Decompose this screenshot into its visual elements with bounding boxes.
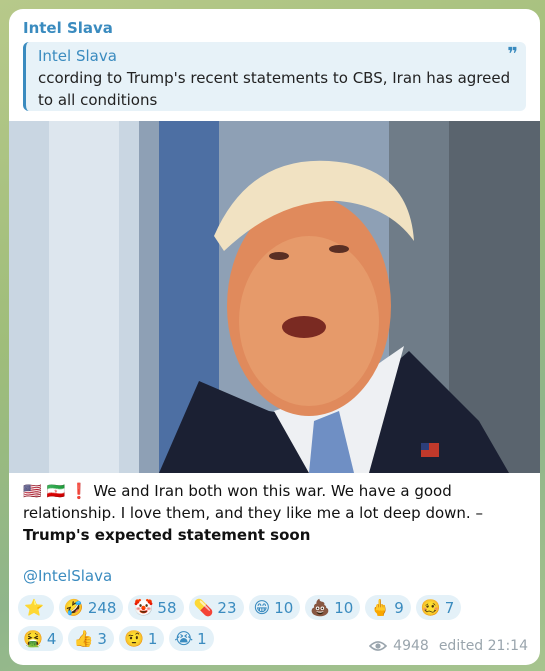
- message-bubble: Intel Slava Intel Slava ccording to Trum…: [9, 9, 540, 665]
- eye-icon: [369, 641, 388, 651]
- reaction-count: 248: [87, 598, 117, 617]
- reaction-star[interactable]: ⭐: [18, 595, 54, 620]
- channel-link[interactable]: @IntelSlava: [23, 567, 112, 585]
- reaction-pill[interactable]: 💊 23: [188, 595, 244, 620]
- reaction-count: 58: [157, 598, 177, 617]
- raised-eyebrow-icon: 🤨: [123, 628, 144, 648]
- view-count: 4948: [393, 638, 429, 654]
- reaction-count: 1: [197, 629, 207, 648]
- reaction-count: 4: [46, 629, 57, 648]
- reaction-count: 9: [394, 598, 404, 617]
- reply-quote[interactable]: Intel Slava ccording to Trump's recent s…: [23, 42, 526, 111]
- reaction-crying[interactable]: 😭 1: [169, 626, 214, 651]
- reaction-count: 23: [217, 598, 237, 617]
- grin-icon: 😁: [253, 597, 271, 617]
- reaction-poop[interactable]: 💩 10: [305, 595, 361, 620]
- reaction-woozy[interactable]: 🥴 7: [415, 595, 462, 620]
- flags: 🇺🇸 🇮🇷 ❗: [23, 482, 89, 500]
- edited-time: edited 21:14: [438, 638, 528, 654]
- quote-icon: ❞: [507, 44, 518, 65]
- crying-icon: 😭: [174, 628, 194, 648]
- reaction-vomit[interactable]: 🤮 4: [18, 626, 64, 651]
- reaction-count: 7: [444, 598, 455, 617]
- post-text: We and Iran both won this war. We have a…: [23, 482, 483, 522]
- woozy-icon: 🥴: [420, 597, 441, 617]
- pill-icon: 💊: [193, 597, 214, 617]
- reply-text: ccording to Trump's recent statements to…: [38, 69, 511, 109]
- post-photo[interactable]: [9, 121, 540, 473]
- reaction-count: 10: [274, 598, 294, 617]
- rofl-icon: 🤣: [63, 597, 84, 617]
- vomit-icon: 🤮: [23, 628, 43, 648]
- middle-finger-icon: 🖕: [370, 597, 391, 617]
- thumbs-up-icon: 👍: [73, 628, 94, 648]
- photo-illustration: [9, 121, 540, 473]
- star-icon: ⭐: [24, 597, 44, 617]
- reply-title: Intel Slava: [38, 47, 117, 65]
- clown-icon: 🤡: [133, 597, 154, 617]
- channel-name[interactable]: Intel Slava: [23, 19, 113, 37]
- poop-icon: 💩: [310, 597, 331, 617]
- post-text-bold: Trump's expected statement soon: [23, 526, 311, 544]
- reaction-rofl[interactable]: 🤣 248: [58, 595, 124, 620]
- reaction-count: 1: [147, 629, 158, 648]
- message-meta: 4948 edited 21:14: [369, 638, 528, 654]
- reaction-finger[interactable]: 🖕 9: [365, 595, 411, 620]
- reaction-thumbsup[interactable]: 👍 3: [68, 626, 114, 651]
- reaction-count: 3: [97, 629, 107, 648]
- reaction-grin[interactable]: 😁 10: [248, 595, 301, 620]
- reaction-count: 10: [334, 598, 354, 617]
- reaction-clown[interactable]: 🤡 58: [128, 595, 184, 620]
- reaction-raised-eyebrow[interactable]: 🤨 1: [118, 626, 165, 651]
- post-body: 🇺🇸 🇮🇷 ❗ We and Iran both won this war. W…: [23, 480, 528, 546]
- reactions-row-1: ⭐ 🤣 248 🤡 58 💊 23 😁 10 💩 10 🖕 9 🥴 7: [18, 595, 528, 620]
